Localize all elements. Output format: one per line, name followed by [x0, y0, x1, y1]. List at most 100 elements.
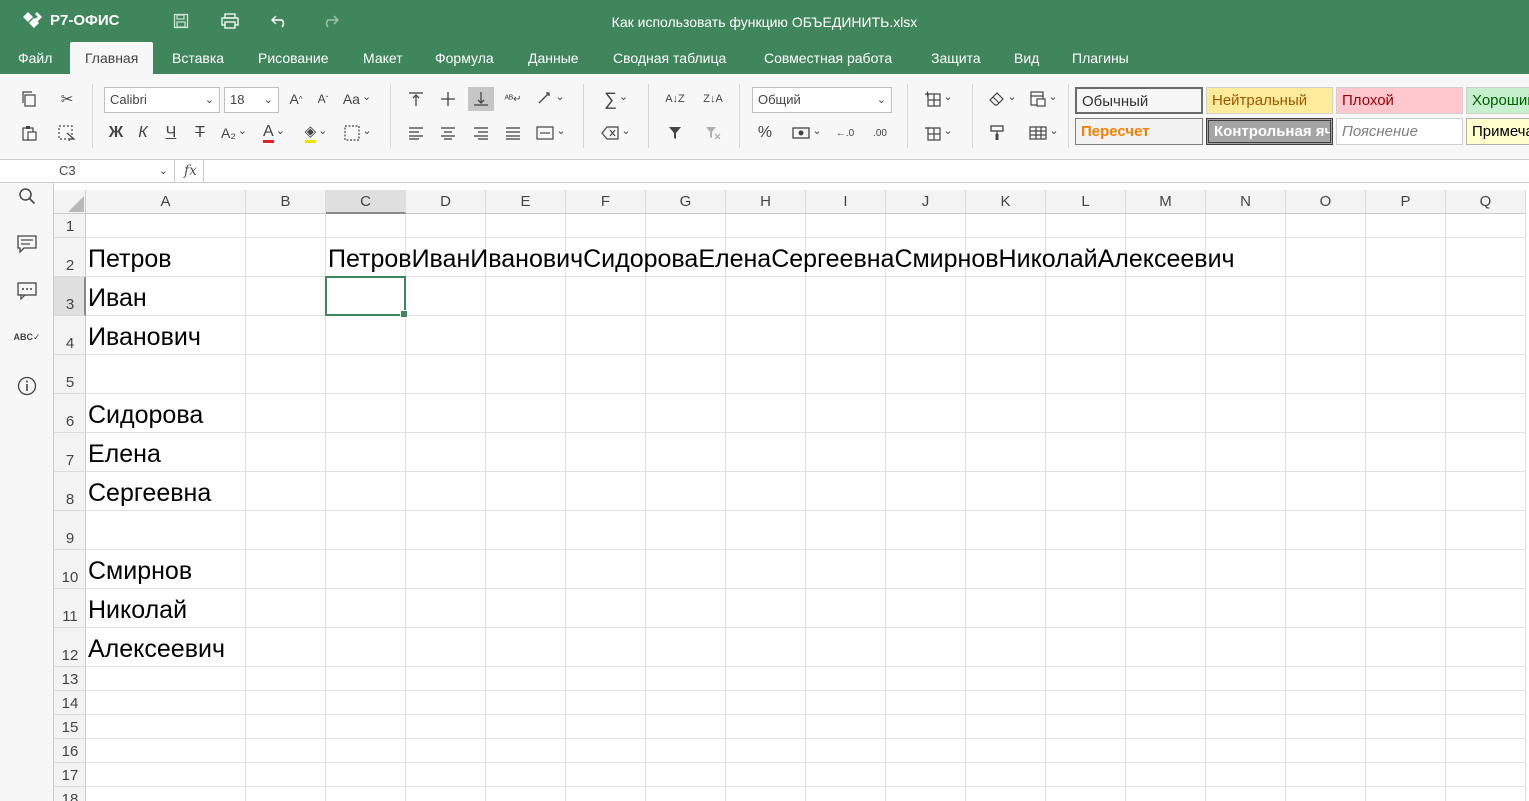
row-header-12[interactable]: 12: [54, 628, 86, 667]
tab-data[interactable]: Данные: [513, 42, 594, 74]
row-header-8[interactable]: 8: [54, 472, 86, 511]
tab-file[interactable]: Файл: [3, 42, 67, 74]
row-header-14[interactable]: 14: [54, 691, 86, 715]
style-good[interactable]: Хороший: [1466, 87, 1529, 114]
style-bad[interactable]: Плохой: [1336, 87, 1463, 114]
tab-view[interactable]: Вид: [999, 42, 1054, 74]
column-header-e[interactable]: E: [486, 190, 566, 214]
column-header-j[interactable]: J: [886, 190, 966, 214]
row-header-5[interactable]: 5: [54, 355, 86, 394]
row-header-9[interactable]: 9: [54, 511, 86, 550]
tab-plugins[interactable]: Плагины: [1057, 42, 1144, 74]
insert-cells-icon[interactable]: [920, 87, 958, 111]
cell-a7[interactable]: Елена: [88, 439, 161, 469]
spellcheck-icon[interactable]: ABC✓: [13, 324, 40, 350]
tab-insert[interactable]: Вставка: [157, 42, 239, 74]
conditional-format-icon[interactable]: [1025, 87, 1063, 111]
bold-icon[interactable]: Ж: [103, 121, 129, 145]
sort-ascending-icon[interactable]: A↓Z: [662, 87, 688, 111]
select-all-icon[interactable]: [54, 121, 80, 145]
align-middle-icon[interactable]: [435, 87, 461, 111]
column-header-d[interactable]: D: [406, 190, 486, 214]
column-header-g[interactable]: G: [646, 190, 726, 214]
style-check-cell[interactable]: Контрольная ячейка: [1206, 118, 1333, 145]
tab-home[interactable]: Главная: [70, 42, 154, 74]
style-note[interactable]: Примечание: [1466, 118, 1529, 145]
tab-formula[interactable]: Формула: [420, 42, 509, 74]
column-header-n[interactable]: N: [1206, 190, 1286, 214]
merge-cells-icon[interactable]: [533, 121, 569, 145]
style-normal[interactable]: Обычный: [1075, 87, 1203, 114]
sort-descending-icon[interactable]: Z↓A: [700, 87, 726, 111]
italic-icon[interactable]: К: [130, 121, 156, 145]
chat-icon[interactable]: [14, 278, 40, 304]
cell-a6[interactable]: Сидорова: [88, 400, 203, 430]
percent-icon[interactable]: %: [752, 121, 778, 145]
font-color-icon[interactable]: A: [256, 121, 292, 145]
number-format-select[interactable]: Общий ⌄: [752, 87, 892, 113]
tab-collaboration[interactable]: Совместная работа: [749, 42, 907, 74]
text-orientation-icon[interactable]: [533, 87, 569, 111]
column-header-c[interactable]: C: [326, 190, 406, 214]
row-header-15[interactable]: 15: [54, 715, 86, 739]
fx-icon[interactable]: fx: [178, 160, 204, 183]
align-center-icon[interactable]: [435, 121, 461, 145]
borders-icon[interactable]: [340, 121, 376, 145]
column-header-k[interactable]: K: [966, 190, 1046, 214]
name-box[interactable]: C3 ⌄: [54, 160, 175, 183]
increase-font-icon[interactable]: A ^: [283, 87, 309, 111]
row-header-11[interactable]: 11: [54, 589, 86, 628]
column-header-m[interactable]: M: [1126, 190, 1206, 214]
row-header-6[interactable]: 6: [54, 394, 86, 433]
decrease-decimal-icon[interactable]: ←.0: [832, 121, 858, 145]
format-painter-icon[interactable]: [984, 121, 1010, 145]
row-header-4[interactable]: 4: [54, 316, 86, 355]
cell-a8[interactable]: Сергеевна: [88, 478, 211, 508]
align-bottom-icon[interactable]: [468, 87, 494, 111]
cell-a2[interactable]: Петров: [88, 244, 172, 274]
style-explanatory[interactable]: Пояснение: [1336, 118, 1463, 145]
copy-icon[interactable]: [16, 87, 42, 111]
font-size-select[interactable]: 18 ⌄: [224, 87, 279, 113]
row-header-17[interactable]: 17: [54, 763, 86, 787]
clear-icon[interactable]: [597, 121, 635, 145]
align-right-icon[interactable]: [468, 121, 494, 145]
row-header-2[interactable]: 2: [54, 238, 86, 277]
increase-decimal-icon[interactable]: .00: [867, 121, 893, 145]
tab-layout[interactable]: Макет: [348, 42, 418, 74]
row-header-13[interactable]: 13: [54, 667, 86, 691]
decrease-font-icon[interactable]: Aˇ: [310, 87, 336, 111]
column-header-f[interactable]: F: [566, 190, 646, 214]
row-header-10[interactable]: 10: [54, 550, 86, 589]
eraser-icon[interactable]: [984, 87, 1022, 111]
subscript-icon[interactable]: A₂: [216, 121, 252, 145]
column-header-i[interactable]: I: [806, 190, 886, 214]
align-justify-icon[interactable]: [500, 121, 526, 145]
format-as-table-icon[interactable]: [1025, 121, 1063, 145]
currency-icon[interactable]: [788, 121, 826, 145]
cell-a11[interactable]: Николай: [88, 595, 187, 625]
row-header-18[interactable]: 18: [54, 787, 86, 801]
cut-icon[interactable]: ✂: [54, 87, 80, 111]
active-cell-selection[interactable]: [325, 276, 408, 318]
column-header-q[interactable]: Q: [1446, 190, 1526, 214]
column-header-b[interactable]: B: [246, 190, 326, 214]
column-header-a[interactable]: A: [86, 190, 246, 214]
spreadsheet-grid[interactable]: A B C D E F G H I J K L M N O P Q 1 2 3 4 5 6 7 8 9 10 11 12 13 14 15 16…: [54, 190, 1529, 801]
column-header-h[interactable]: H: [726, 190, 806, 214]
paste-icon[interactable]: [16, 121, 42, 145]
row-header-7[interactable]: 7: [54, 433, 86, 472]
cell-a10[interactable]: Смирнов: [88, 556, 192, 586]
row-header-3[interactable]: 3: [54, 277, 86, 316]
align-top-icon[interactable]: [403, 87, 429, 111]
cell-a3[interactable]: Иван: [88, 283, 147, 313]
select-all-corner[interactable]: [54, 190, 86, 214]
filter-icon[interactable]: [662, 121, 688, 145]
style-calculation[interactable]: Пересчет: [1075, 118, 1203, 145]
cell-a4[interactable]: Иванович: [88, 322, 201, 352]
delete-cells-icon[interactable]: [920, 121, 958, 145]
tab-draw[interactable]: Рисование: [243, 42, 344, 74]
info-icon[interactable]: [14, 373, 40, 399]
underline-icon[interactable]: Ч: [158, 121, 184, 145]
cell-a12[interactable]: Алексеевич: [88, 634, 225, 664]
